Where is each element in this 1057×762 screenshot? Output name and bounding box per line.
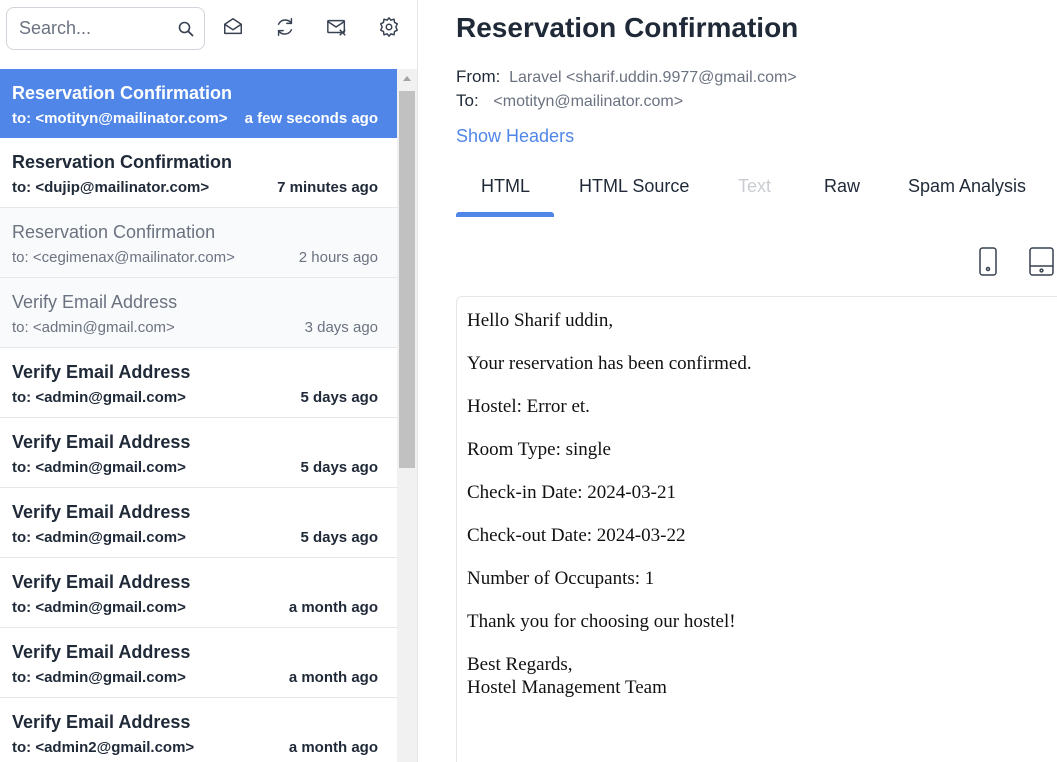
email-recipient: to: <admin@gmail.com> — [12, 529, 186, 546]
mobile-view-icon[interactable] — [975, 245, 1001, 279]
to-value: <motityn@mailinator.com> — [493, 93, 684, 110]
email-recipient: to: <admin2@gmail.com> — [12, 739, 195, 756]
email-subject: Verify Email Address — [12, 712, 191, 732]
body-greeting: Hello Sharif uddin, — [467, 310, 614, 331]
email-time: a few seconds ago — [244, 110, 378, 127]
email-recipient: to: <dujip@mailinator.com> — [12, 179, 210, 196]
tab-spam-analysis[interactable]: Spam Analysis — [890, 160, 1050, 217]
email-list-item[interactable]: Reservation Confirmation to: <cegimenax@… — [0, 208, 397, 278]
email-subject: Verify Email Address — [12, 502, 191, 522]
scrollbar-thumb[interactable] — [399, 91, 415, 468]
search-input[interactable] — [7, 8, 177, 49]
email-time: 5 days ago — [300, 529, 378, 546]
email-subject: Verify Email Address — [12, 432, 191, 452]
email-subject: Reservation Confirmation — [12, 222, 216, 242]
email-time: 2 hours ago — [298, 249, 378, 266]
mark-read-icon[interactable] — [326, 16, 350, 40]
tab-label: Spam Analysis — [908, 176, 1027, 196]
show-headers-link[interactable]: Show Headers — [456, 126, 574, 147]
email-html-preview: Hello Sharif uddin, Your reservation has… — [456, 296, 1057, 762]
email-subject: Verify Email Address — [12, 292, 178, 312]
tab-text: Text — [720, 160, 790, 217]
tab-label: Text — [738, 176, 772, 196]
scroll-up-arrow-icon[interactable] — [397, 69, 417, 89]
email-recipient: to: <admin@gmail.com> — [12, 319, 175, 336]
email-list-item[interactable]: Reservation Confirmation to: <dujip@mail… — [0, 138, 397, 208]
tab-html-source[interactable]: HTML Source — [560, 160, 700, 217]
email-recipient: to: <cegimenax@mailinator.com> — [12, 249, 235, 266]
body-regards: Best Regards, — [467, 654, 573, 675]
email-time: 5 days ago — [300, 459, 378, 476]
email-time: 5 days ago — [300, 389, 378, 406]
email-recipient: to: <admin@gmail.com> — [12, 669, 186, 686]
email-recipient: to: <motityn@mailinator.com> — [12, 110, 228, 127]
email-time: a month ago — [288, 599, 378, 616]
email-subject: Reservation Confirmation — [12, 152, 233, 172]
email-time: a month ago — [288, 739, 378, 756]
body-team: Hostel Management Team — [467, 677, 667, 698]
email-list-item[interactable]: Verify Email Address to: <admin2@gmail.c… — [0, 698, 397, 762]
email-recipient: to: <admin@gmail.com> — [12, 389, 186, 406]
email-time: 3 days ago — [304, 319, 378, 336]
to-row: To: <motityn@mailinator.com> — [456, 91, 683, 111]
body-occupants: Number of Occupants: 1 — [467, 568, 655, 589]
body-check-out: Check-out Date: 2024-03-22 — [467, 525, 686, 546]
email-recipient: to: <admin@gmail.com> — [12, 459, 186, 476]
body-hostel: Hostel: Error et. — [467, 396, 590, 417]
body-check-in: Check-in Date: 2024-03-21 — [467, 482, 676, 503]
email-list-item[interactable]: Verify Email Address to: <admin@gmail.co… — [0, 628, 397, 698]
email-subject: Verify Email Address — [12, 572, 191, 592]
tab-raw[interactable]: Raw — [806, 160, 876, 217]
email-time: 7 minutes ago — [277, 179, 378, 196]
tab-label: Raw — [824, 176, 861, 196]
email-list-item[interactable]: Reservation Confirmation to: <motityn@ma… — [0, 69, 397, 138]
view-tabs: HTML HTML Source Text Raw Spam Analysis — [456, 160, 1057, 217]
email-recipient: to: <admin@gmail.com> — [12, 599, 186, 616]
tab-label: HTML Source — [579, 176, 690, 196]
tab-label: HTML — [481, 176, 530, 196]
search-box[interactable] — [6, 7, 205, 50]
refresh-icon[interactable] — [274, 16, 298, 40]
from-row: From: Laravel <sharif.uddin.9977@gmail.c… — [456, 67, 797, 87]
email-list-item[interactable]: Verify Email Address to: <admin@gmail.co… — [0, 418, 397, 488]
email-list-scrollbar[interactable] — [397, 69, 417, 762]
body-room-type: Room Type: single — [467, 439, 611, 460]
email-list-item[interactable]: Verify Email Address to: <admin@gmail.co… — [0, 348, 397, 418]
body-thanks: Thank you for choosing our hostel! — [467, 611, 736, 632]
message-view: Reservation Confirmation From: Laravel <… — [418, 0, 1057, 762]
mail-sidebar: Reservation Confirmation to: <motityn@ma… — [0, 0, 418, 762]
search-icon[interactable] — [178, 21, 194, 37]
email-list-item[interactable]: Verify Email Address to: <admin@gmail.co… — [0, 558, 397, 628]
body-line: Your reservation has been confirmed. — [467, 353, 752, 374]
to-label: To: — [456, 91, 479, 110]
email-subject: Verify Email Address — [12, 642, 191, 662]
from-value: Laravel <sharif.uddin.9977@gmail.com> — [509, 69, 797, 86]
from-label: From: — [456, 67, 501, 86]
email-subject: Verify Email Address — [12, 362, 191, 382]
envelope-open-icon[interactable] — [222, 16, 246, 40]
email-time: a month ago — [288, 669, 378, 686]
settings-gear-icon[interactable] — [378, 16, 402, 40]
message-title: Reservation Confirmation — [456, 12, 799, 43]
tablet-view-icon[interactable] — [1026, 245, 1057, 279]
email-list: Reservation Confirmation to: <motityn@ma… — [0, 69, 397, 762]
email-list-item[interactable]: Verify Email Address to: <admin@gmail.co… — [0, 488, 397, 558]
email-list-item[interactable]: Verify Email Address to: <admin@gmail.co… — [0, 278, 397, 348]
tab-html[interactable]: HTML — [456, 160, 554, 217]
email-subject: Reservation Confirmation — [12, 83, 233, 103]
